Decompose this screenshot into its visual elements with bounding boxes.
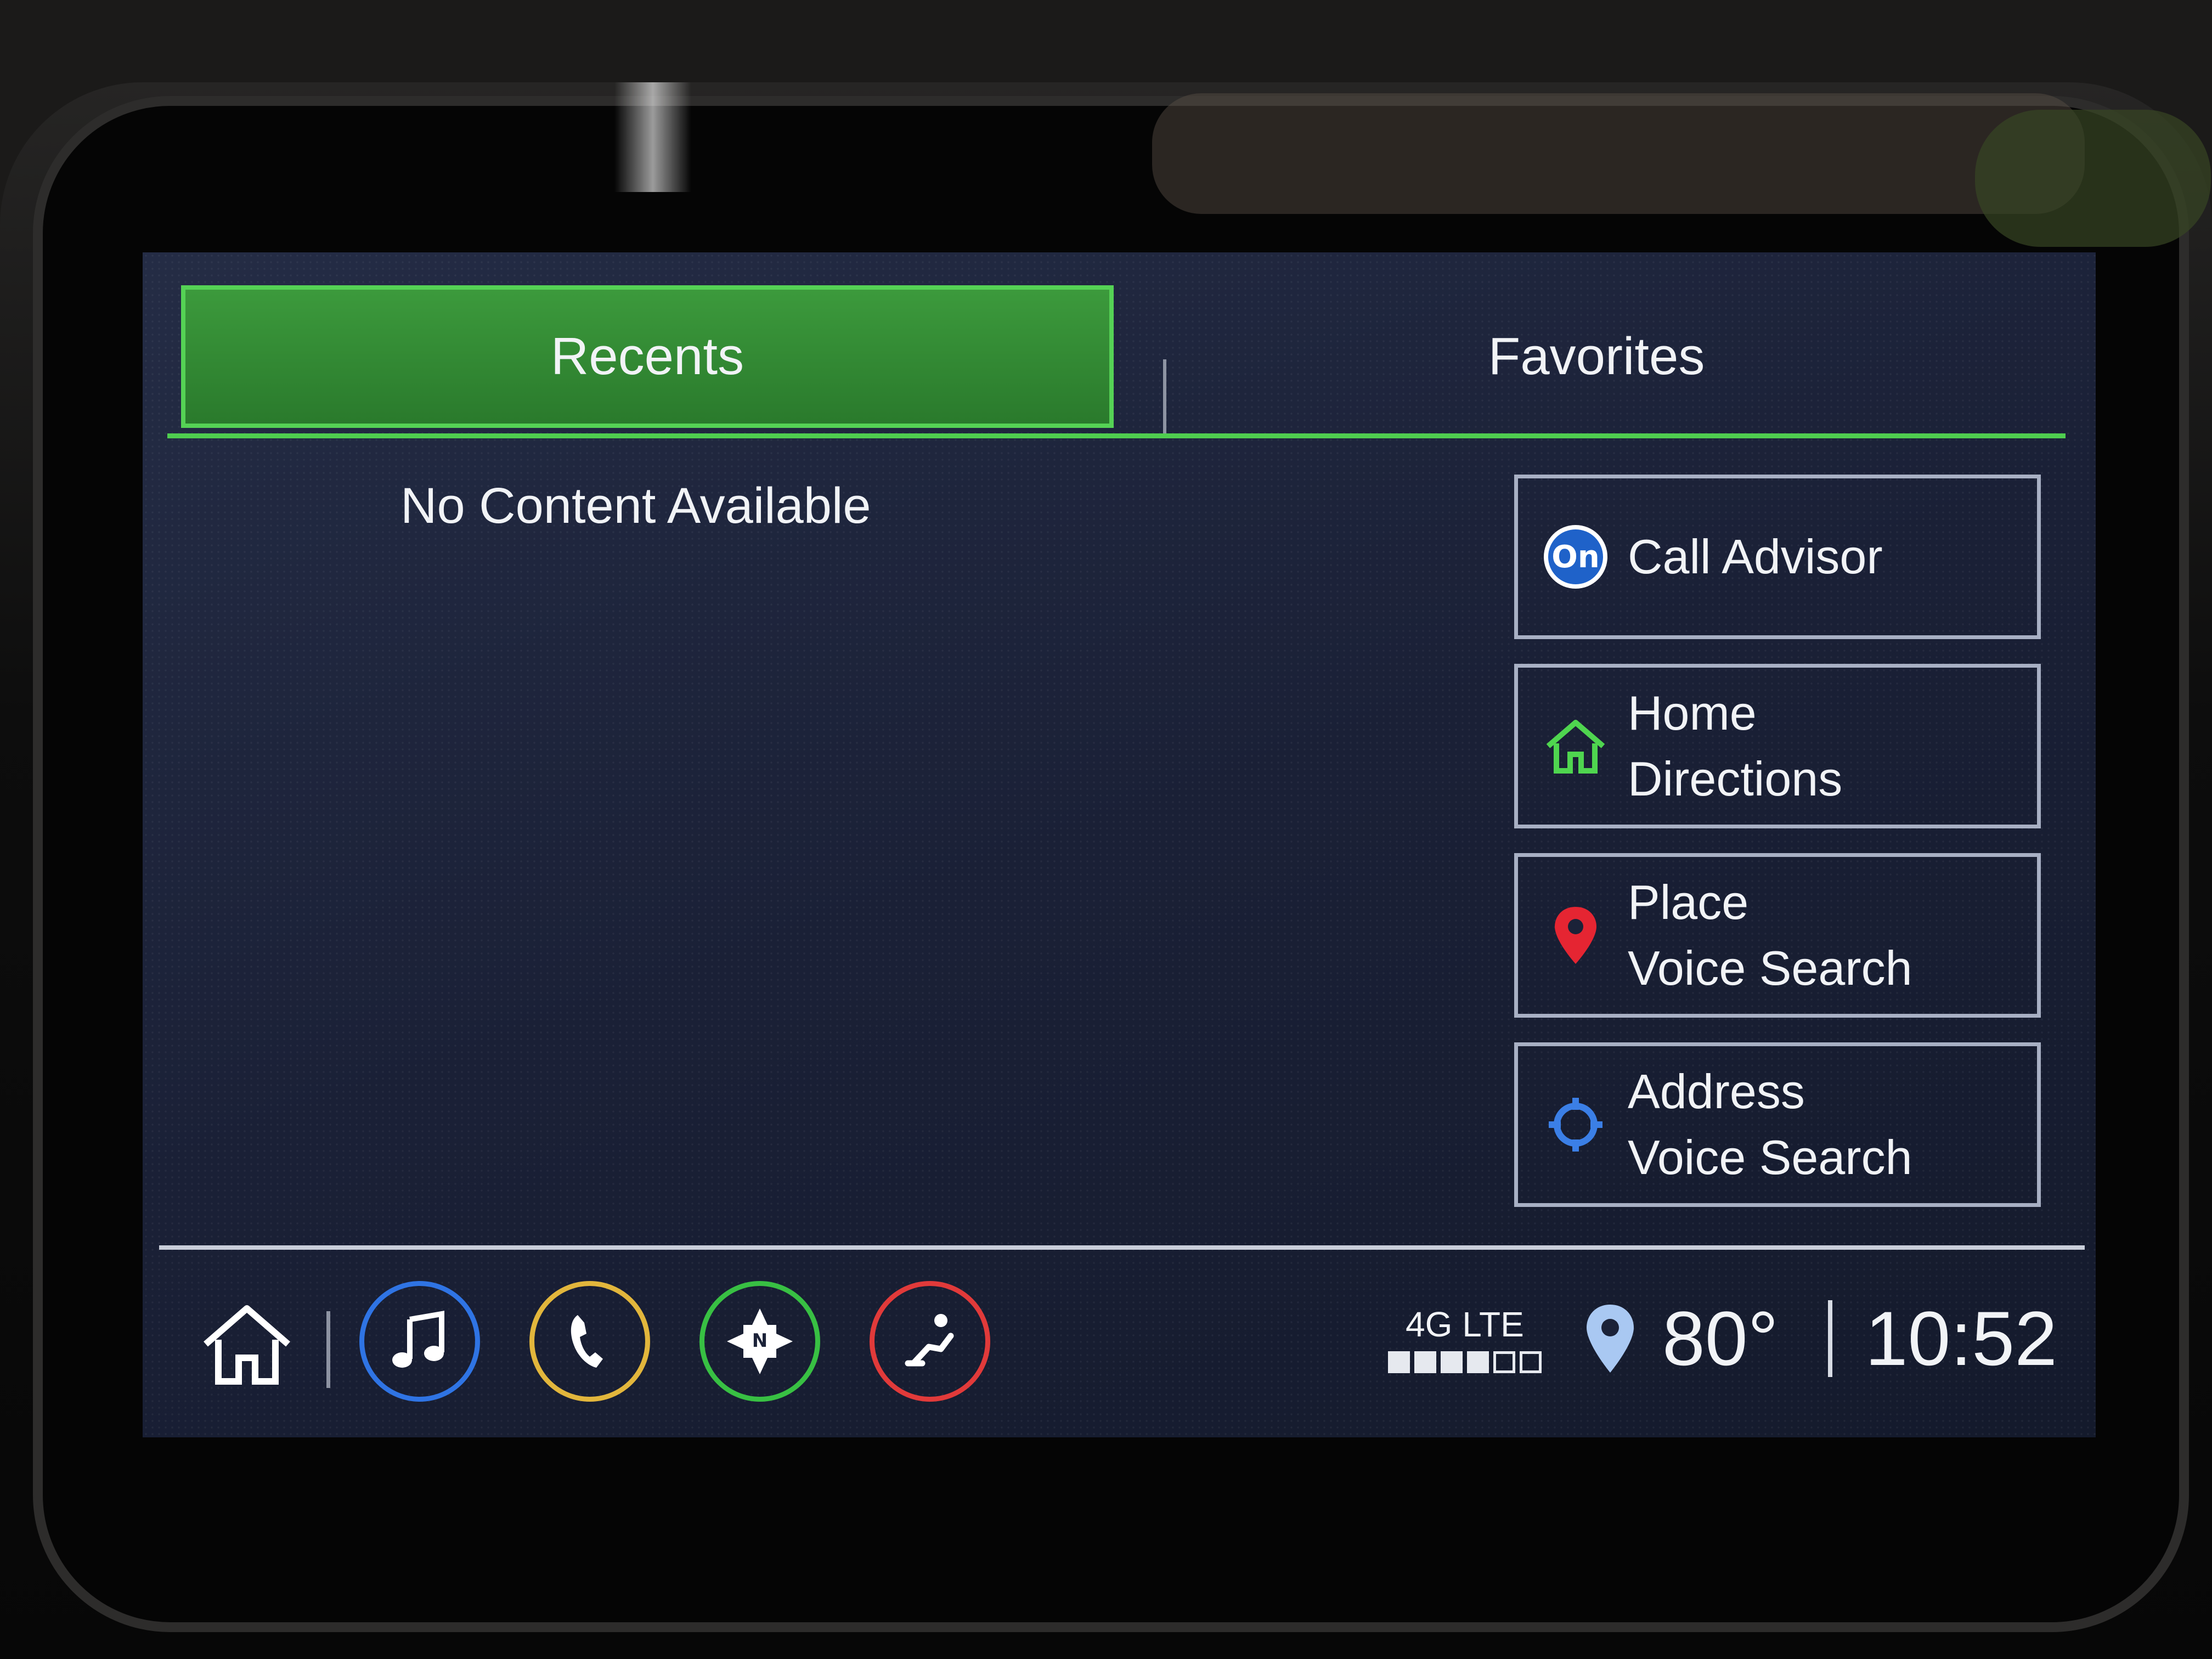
- home-button[interactable]: [198, 1300, 296, 1388]
- audio-app-button[interactable]: [359, 1281, 480, 1402]
- climate-app-button[interactable]: [870, 1281, 990, 1402]
- cellular-signal: 4G LTE: [1387, 1304, 1542, 1373]
- status-area: 4G LTE 80° 10:52: [1387, 1284, 2057, 1393]
- infotainment-screen: Recents Favorites No Content Available O…: [143, 252, 2096, 1437]
- tab-underline: [167, 433, 2066, 438]
- navigation-app-button[interactable]: N: [699, 1281, 820, 1402]
- bottom-bar: N 4G LTE 80° 10:52: [143, 1251, 2096, 1437]
- glass-reflection-corner: [1975, 110, 2211, 247]
- bottom-bar-separator: [326, 1311, 330, 1388]
- address-voice-search-label: Address Voice Search: [1628, 1064, 1912, 1184]
- signal-bar: [1414, 1351, 1436, 1373]
- outside-temperature: 80°: [1662, 1295, 1779, 1381]
- crosshair-icon: [1534, 1084, 1617, 1166]
- tab-recents-label: Recents: [550, 327, 744, 386]
- compass-icon: N: [727, 1308, 793, 1374]
- tab-favorites-label: Favorites: [1488, 327, 1705, 386]
- status-separator: [1827, 1300, 1832, 1377]
- place-voice-search-button[interactable]: Place Voice Search: [1514, 853, 2041, 1018]
- signal-bar: [1519, 1351, 1542, 1373]
- map-pin-icon: [1534, 894, 1617, 977]
- phone-app-button[interactable]: [529, 1281, 650, 1402]
- light-glare: [614, 82, 691, 192]
- svg-text:N: N: [752, 1330, 768, 1352]
- phone-icon: [571, 1315, 603, 1368]
- glass-reflection: [1152, 93, 2085, 214]
- address-voice-search-button[interactable]: Address Voice Search: [1514, 1042, 2041, 1207]
- onstar-icon: On: [1534, 516, 1617, 598]
- signal-bar: [1440, 1351, 1463, 1373]
- home-directions-label: Home Directions: [1628, 686, 1843, 806]
- signal-bar: [1466, 1351, 1489, 1373]
- signal-bar: [1493, 1351, 1515, 1373]
- call-advisor-button[interactable]: On Call Advisor: [1514, 475, 2041, 639]
- call-advisor-label: Call Advisor: [1628, 529, 1883, 584]
- tab-favorites[interactable]: Favorites: [1147, 285, 2046, 428]
- home-icon: [1534, 705, 1617, 787]
- bottom-bar-divider: [159, 1245, 2085, 1250]
- place-voice-search-label: Place Voice Search: [1628, 875, 1912, 995]
- svg-text:On: On: [1551, 539, 1599, 575]
- signal-bar: [1387, 1351, 1410, 1373]
- network-type: 4G LTE: [1406, 1305, 1524, 1344]
- home-directions-button[interactable]: Home Directions: [1514, 664, 2041, 828]
- tab-bar: Recents Favorites: [181, 285, 2046, 436]
- signal-bars: [1387, 1351, 1542, 1373]
- seat-icon: [905, 1314, 954, 1367]
- home-icon: [204, 1305, 290, 1385]
- music-note-icon: [392, 1311, 444, 1368]
- empty-state-message: No Content Available: [400, 478, 871, 534]
- tab-recents[interactable]: Recents: [181, 285, 1114, 428]
- location-pin-icon: [1586, 1305, 1634, 1373]
- clock: 10:52: [1865, 1295, 2057, 1381]
